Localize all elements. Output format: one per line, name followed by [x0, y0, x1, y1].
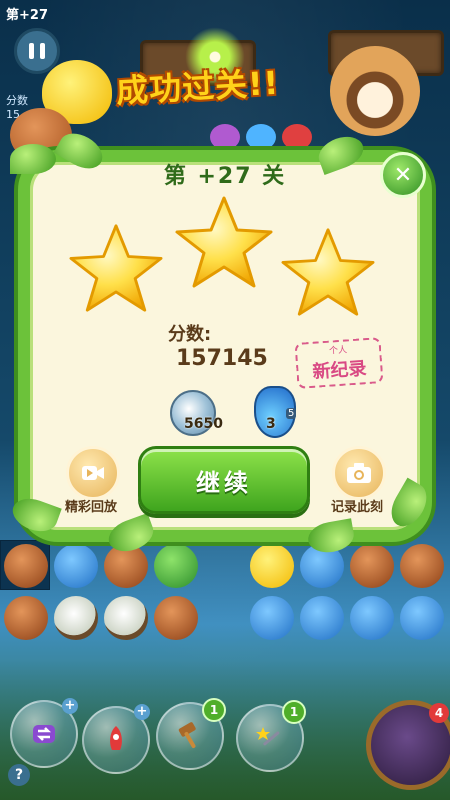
egg-tile[interactable]: [104, 596, 148, 640]
continue-button[interactable]: 继续: [138, 446, 310, 514]
score-label: 分数:: [168, 324, 212, 345]
star-icon: [69, 224, 163, 312]
rocket-plus-badge: +: [134, 704, 150, 720]
close-icon: ✕: [393, 162, 413, 188]
owl-characters: [210, 124, 320, 150]
rocket-booster[interactable]: +: [82, 704, 150, 774]
frog-tile[interactable]: [154, 544, 198, 588]
level-prefix: 第: [6, 8, 20, 23]
egg-tile[interactable]: [54, 596, 98, 640]
chick-tile[interactable]: [250, 544, 294, 588]
blue-owl: [246, 124, 276, 150]
star-icon: [175, 196, 273, 288]
swap-booster[interactable]: +: [10, 698, 78, 768]
level-number: +27: [19, 8, 48, 23]
dialog-level-title: 第 +27 关: [163, 164, 287, 189]
record-label: 新纪录: [311, 358, 368, 383]
swap-plus-badge: +: [62, 698, 78, 714]
new-record-stamp: 个人 新纪录: [294, 337, 384, 389]
hud-score-label: 分数: [6, 94, 28, 107]
level-complete-dialog: 第 +27 关 ✕ 分数: 157145 个人 新纪录 5650 3 5 精彩回…: [8, 126, 434, 557]
bear-tile[interactable]: [154, 596, 198, 640]
coin-count: 5650: [184, 416, 223, 432]
potion-badge: 5: [286, 408, 297, 419]
score-value: 157145: [176, 346, 268, 371]
chest-badge: 4: [429, 703, 449, 723]
star-icon: [281, 228, 375, 316]
replay-button[interactable]: [66, 446, 120, 500]
swap-icon: [33, 725, 55, 743]
blue-tile[interactable]: [400, 596, 444, 640]
wand-icon: [256, 727, 280, 746]
purple-owl: [210, 124, 240, 150]
blue-tile[interactable]: [250, 596, 294, 640]
hammer-icon: [178, 722, 196, 749]
capture-label: 记录此刻: [330, 500, 383, 515]
red-owl: [282, 124, 312, 150]
level-complete-banner: 成功过关!!: [115, 63, 281, 111]
blue-tile[interactable]: [350, 596, 394, 640]
hammer-booster[interactable]: 1: [156, 698, 226, 770]
blue-tile[interactable]: [54, 544, 98, 588]
raccoon-character: [330, 46, 420, 136]
help-button[interactable]: ?: [8, 764, 30, 786]
treasure-chest-button[interactable]: 4: [366, 700, 450, 790]
capture-button[interactable]: [332, 446, 386, 500]
pause-bar-left: [29, 43, 34, 59]
potion-count: 3: [266, 416, 276, 432]
game-board: [0, 540, 450, 650]
camera-icon: [347, 463, 371, 483]
blue-tile[interactable]: [300, 596, 344, 640]
wand-booster[interactable]: 1: [236, 700, 306, 772]
wand-count-badge: 1: [282, 700, 306, 724]
level-indicator: 第+27: [6, 4, 48, 23]
bear-tile[interactable]: [350, 544, 394, 588]
bear-tile[interactable]: [400, 544, 444, 588]
pause-bar-right: [40, 43, 45, 59]
close-button[interactable]: ✕: [380, 152, 426, 198]
video-icon: [82, 466, 104, 480]
replay-label: 精彩回放: [64, 500, 117, 515]
bear-tile[interactable]: [4, 596, 48, 640]
bear-tile[interactable]: [4, 544, 48, 588]
rocket-icon: [110, 726, 122, 750]
hammer-count-badge: 1: [202, 698, 226, 722]
